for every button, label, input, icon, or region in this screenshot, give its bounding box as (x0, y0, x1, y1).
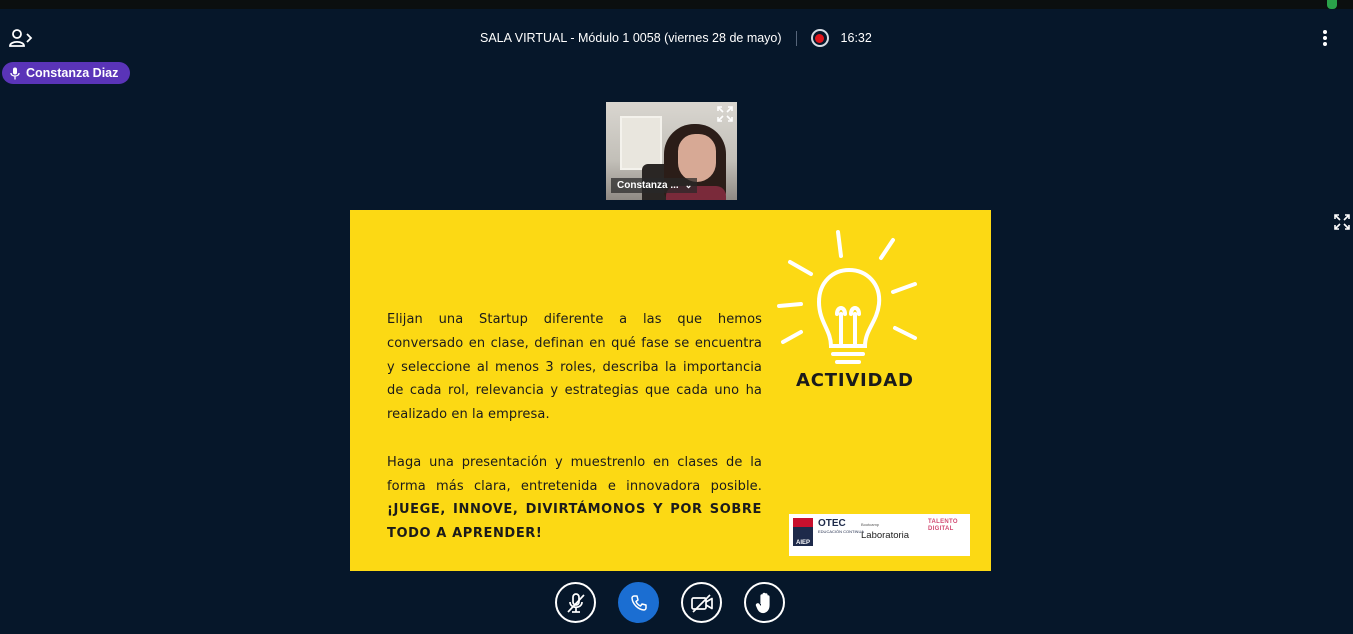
recording-time: 16:32 (840, 31, 872, 45)
expand-icon (717, 106, 733, 122)
window-edge-accent (1327, 0, 1337, 9)
aiep-logo: AIEP (793, 518, 813, 546)
slide-paragraph-1: Elijan una Startup diferente a las que h… (387, 312, 762, 423)
otec-logo-subtitle: EDUCACIÓN CONTINUA (818, 529, 865, 534)
talking-indicator[interactable]: Constanza Diaz (2, 62, 131, 84)
webcam-expand-button[interactable] (717, 106, 733, 122)
video-window-frame (620, 116, 662, 170)
laboratoria-logo: Bootcamp Laboratoria (861, 522, 910, 541)
presentation-slide: Elijan una Startup diferente a las que h… (350, 210, 991, 571)
laboratoria-logo-text: Laboratoria (861, 530, 910, 541)
phone-icon (630, 594, 647, 611)
fullscreen-icon (1334, 214, 1350, 230)
talker-name: Constanza Diaz (26, 66, 119, 80)
presentation-fullscreen-button[interactable] (1334, 214, 1350, 230)
top-strip (0, 0, 1353, 9)
more-options-icon (1323, 30, 1327, 46)
control-bar (555, 582, 807, 623)
webcam-name-menu[interactable]: Constanza ... ⌄ (611, 178, 698, 193)
talento-digital-logo: TALENTO DIGITAL (928, 519, 958, 532)
leave-audio-button[interactable] (618, 582, 659, 623)
microphone-off-icon (566, 592, 585, 613)
microphone-icon (10, 67, 20, 79)
lightbulb-icon (777, 230, 917, 364)
slide-body: Elijan una Startup diferente a las que h… (387, 308, 762, 546)
slide-heading: ACTIVIDAD (796, 370, 914, 391)
record-button[interactable] (810, 29, 829, 47)
meeting-header: SALA VIRTUAL - Módulo 1 0058 (viernes 28… (480, 29, 872, 47)
raise-hand-button[interactable] (744, 582, 785, 623)
video-person-face (678, 134, 716, 182)
record-icon (815, 33, 825, 43)
hand-icon (755, 592, 770, 613)
laboratoria-logo-subtitle: Bootcamp (861, 522, 880, 527)
otec-logo-text: OTEC (818, 518, 846, 529)
mute-button[interactable] (555, 582, 596, 623)
header-divider (795, 30, 797, 46)
more-options-button[interactable] (1316, 27, 1334, 49)
chevron-down-icon: ⌄ (684, 180, 693, 190)
users-toggle-button[interactable] (8, 27, 34, 49)
webcam-user-name: Constanza ... (617, 180, 679, 191)
video-off-icon (690, 593, 713, 613)
meeting-title: SALA VIRTUAL - Módulo 1 0058 (viernes 28… (480, 31, 782, 45)
slide-callout: ¡JUEGE, INNOVE, DIVIRTÁMONOS Y POR SOBRE… (387, 502, 762, 542)
share-webcam-button[interactable] (681, 582, 722, 623)
slide-paragraph-2-text: Haga una presentación y muestrenlo en cl… (387, 454, 762, 494)
otec-logo: OTEC EDUCACIÓN CONTINUA (818, 518, 864, 534)
sponsor-logos: AIEP OTEC EDUCACIÓN CONTINUA Bootcamp Labo… (789, 514, 970, 556)
slide-paragraph-2: Haga una presentación y muestrenlo en cl… (387, 451, 762, 546)
users-toggle-icon (9, 29, 33, 47)
webcam-video[interactable]: Constanza ... ⌄ (606, 102, 737, 200)
